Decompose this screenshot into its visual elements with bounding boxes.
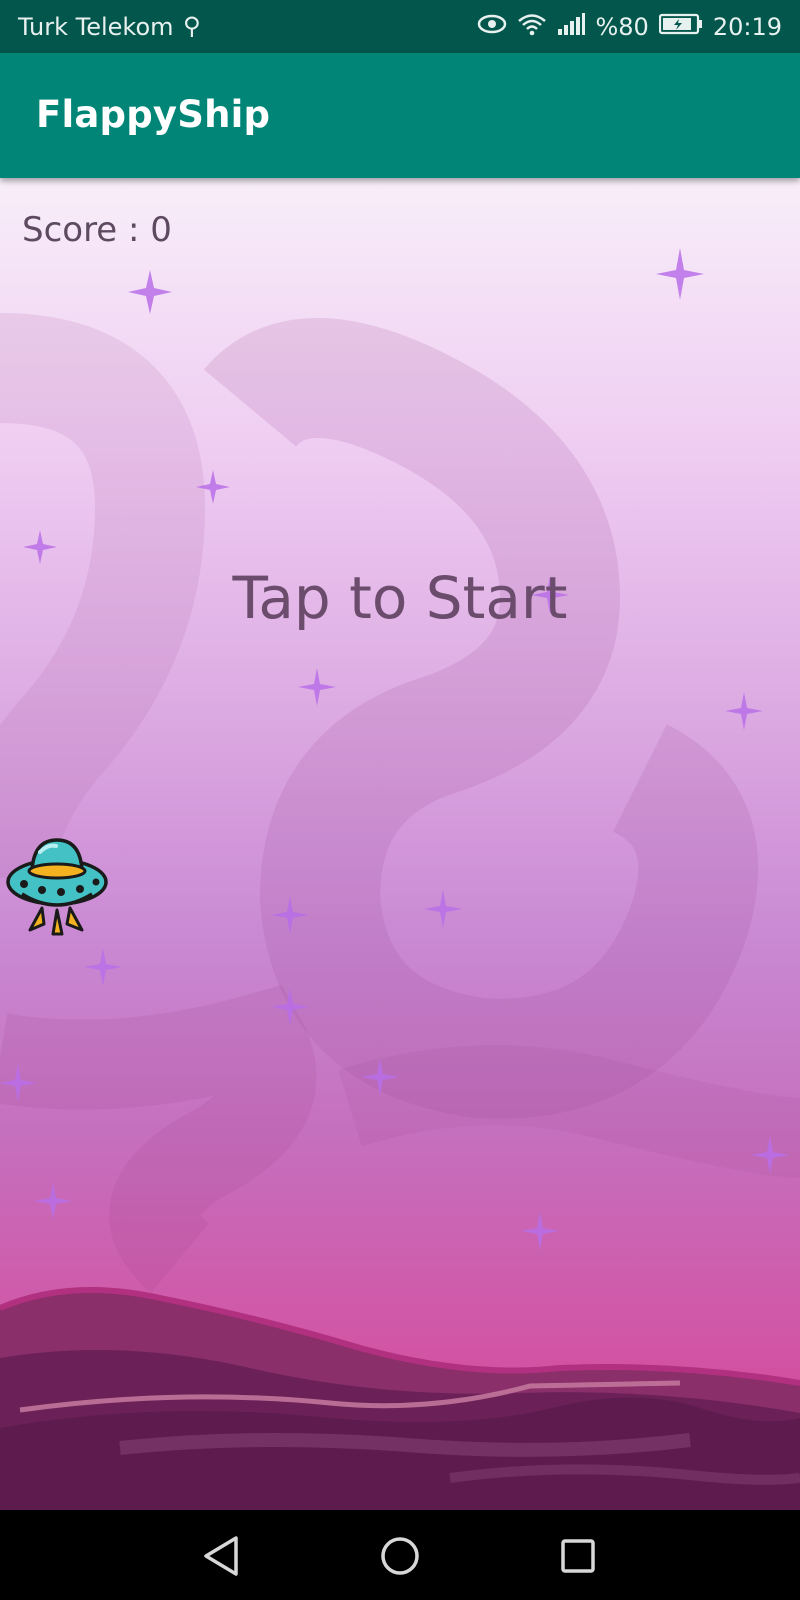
home-icon[interactable] (374, 1530, 426, 1582)
alien-ground (0, 1287, 800, 1510)
score-label: Score : 0 (22, 210, 172, 250)
battery-icon (658, 13, 703, 41)
app-title: FlappyShip (36, 93, 271, 136)
app-bar: FlappyShip (0, 53, 800, 178)
game-area[interactable]: Score : 0 Tap to Start (0, 178, 800, 1510)
signal-icon (557, 13, 586, 41)
status-icons: %80 20:19 (477, 12, 782, 42)
carrier-name: Turk Telekom (18, 13, 174, 41)
usb-icon: ⚲ (183, 12, 201, 40)
recents-icon[interactable] (552, 1530, 604, 1582)
nav-bar (0, 1510, 800, 1600)
tap-to-start-prompt[interactable]: Tap to Start (0, 564, 800, 632)
clock: 20:19 (712, 13, 782, 41)
battery-percent: %80 (595, 13, 649, 41)
eye-icon (477, 13, 507, 41)
back-icon[interactable] (196, 1530, 248, 1582)
space-background (0, 248, 800, 1510)
ufo-ship-icon (6, 838, 108, 936)
wifi-icon (517, 12, 547, 42)
status-bar: Turk Telekom ⚲ %80 20:19 (0, 0, 800, 53)
